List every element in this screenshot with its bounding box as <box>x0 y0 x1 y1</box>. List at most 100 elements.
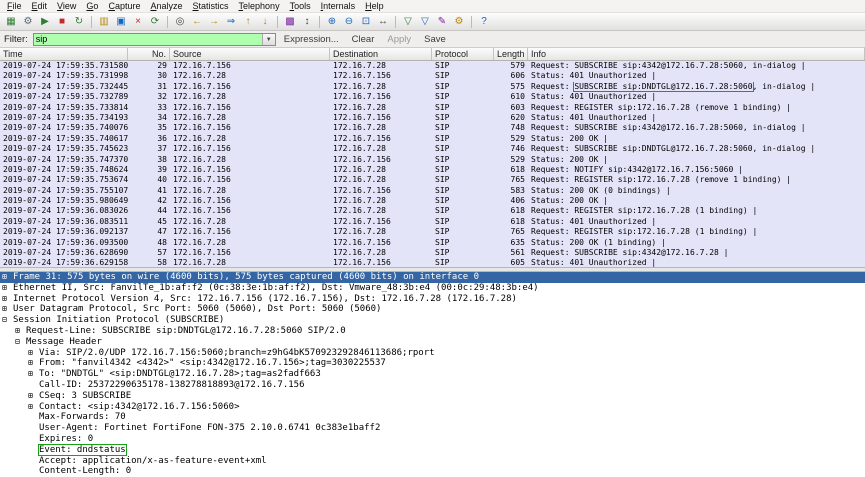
display-filters-icon[interactable]: ▽ <box>417 14 433 29</box>
packet-row[interactable]: 2019-07-24 17:59:35.98064942172.16.7.156… <box>0 196 865 206</box>
menu-go[interactable]: Go <box>81 1 103 11</box>
col-header-info[interactable]: Info <box>528 48 865 60</box>
packet-row[interactable]: 2019-07-24 17:59:35.74862439172.16.7.156… <box>0 165 865 175</box>
expand-icon[interactable]: ⊞ <box>28 391 39 402</box>
coloring-rules-icon[interactable]: ✎ <box>434 14 450 29</box>
menu-edit[interactable]: Edit <box>27 1 53 11</box>
filter-dropdown-icon[interactable]: ▼ <box>262 34 275 45</box>
packet-row[interactable]: 2019-07-24 17:59:35.74737038172.16.7.281… <box>0 155 865 165</box>
start-capture-icon[interactable]: ▶ <box>37 14 53 29</box>
detail-line[interactable]: ⊟Session Initiation Protocol (SUBSCRIBE) <box>0 315 865 326</box>
col-header-source[interactable]: Source <box>170 48 330 60</box>
capture-options-icon[interactable]: ⚙ <box>20 14 36 29</box>
detail-line[interactable]: ⊞Internet Protocol Version 4, Src: 172.1… <box>0 294 865 305</box>
col-header-protocol[interactable]: Protocol <box>432 48 494 60</box>
filter-input[interactable] <box>34 34 262 45</box>
packet-row[interactable]: 2019-07-24 17:59:35.73278932172.16.7.281… <box>0 92 865 102</box>
clear-button[interactable]: Clear <box>347 34 380 45</box>
menu-capture[interactable]: Capture <box>103 1 145 11</box>
detail-line[interactable]: ⊞CSeq: 3 SUBSCRIBE <box>0 391 865 402</box>
packet-row[interactable]: 2019-07-24 17:59:35.73158029172.16.7.156… <box>0 61 865 71</box>
apply-button[interactable]: Apply <box>382 34 416 45</box>
col-header-destination[interactable]: Destination <box>330 48 432 60</box>
expand-icon[interactable]: ⊞ <box>2 272 13 283</box>
menu-analyze[interactable]: Analyze <box>145 1 187 11</box>
packet-row[interactable]: 2019-07-24 17:59:35.73381433172.16.7.156… <box>0 103 865 113</box>
detail-line[interactable]: Content-Length: 0 <box>0 466 865 477</box>
menu-file[interactable]: File <box>2 1 27 11</box>
col-header-length[interactable]: Length <box>494 48 528 60</box>
packet-row[interactable]: 2019-07-24 17:59:36.08351145172.16.7.281… <box>0 217 865 227</box>
detail-line[interactable]: Max-Forwards: 70 <box>0 412 865 423</box>
col-header-no[interactable]: No. <box>128 48 170 60</box>
close-file-icon[interactable]: × <box>130 14 146 29</box>
capture-filters-icon[interactable]: ▽ <box>400 14 416 29</box>
expand-icon[interactable]: ⊞ <box>15 326 26 337</box>
detail-line[interactable]: ⊞User Datagram Protocol, Src Port: 5060 … <box>0 304 865 315</box>
list-interfaces-icon[interactable]: ▦ <box>3 14 19 29</box>
expand-icon[interactable]: ⊞ <box>28 402 39 413</box>
expand-icon[interactable]: ⊞ <box>28 358 39 369</box>
menu-help[interactable]: Help <box>360 1 389 11</box>
detail-line[interactable]: Accept: application/x-as-feature-event+x… <box>0 456 865 467</box>
detail-line[interactable]: Event: dndstatus <box>0 445 865 456</box>
detail-line[interactable]: ⊞Request-Line: SUBSCRIBE sip:DNDTGL@172.… <box>0 326 865 337</box>
detail-line[interactable]: ⊞Frame 31: 575 bytes on wire (4600 bits)… <box>0 272 865 283</box>
packet-row[interactable]: 2019-07-24 17:59:36.62869057172.16.7.156… <box>0 248 865 258</box>
detail-line[interactable]: ⊞Ethernet II, Src: FanvilTe_1b:af:f2 (0c… <box>0 283 865 294</box>
find-packet-icon[interactable]: ◎ <box>172 14 188 29</box>
zoom-in-icon[interactable]: ⊕ <box>324 14 340 29</box>
help-icon[interactable]: ? <box>476 14 492 29</box>
autoscroll-icon[interactable]: ↕ <box>299 14 315 29</box>
packet-row[interactable]: 2019-07-24 17:59:35.74007635172.16.7.156… <box>0 123 865 133</box>
menu-statistics[interactable]: Statistics <box>188 1 234 11</box>
go-to-packet-icon[interactable]: ⇒ <box>223 14 239 29</box>
packet-row[interactable]: 2019-07-24 17:59:36.09350048172.16.7.281… <box>0 238 865 248</box>
menu-telephony[interactable]: Telephony <box>234 1 285 11</box>
zoom-100-icon[interactable]: ⊡ <box>358 14 374 29</box>
detail-line[interactable]: ⊞Contact: <sip:4342@172.16.7.156:5060> <box>0 402 865 413</box>
detail-line[interactable]: ⊞To: "DNDTGL" <sip:DNDTGL@172.16.7.28>;t… <box>0 369 865 380</box>
collapse-icon[interactable]: ⊟ <box>2 315 13 326</box>
expand-icon[interactable]: ⊞ <box>28 369 39 380</box>
go-back-icon[interactable]: ← <box>189 14 205 29</box>
detail-line[interactable]: ⊟Message Header <box>0 337 865 348</box>
packet-row[interactable]: 2019-07-24 17:59:35.74562337172.16.7.156… <box>0 144 865 154</box>
menu-tools[interactable]: Tools <box>285 1 316 11</box>
col-header-time[interactable]: Time <box>0 48 128 60</box>
expand-icon[interactable]: ⊞ <box>2 304 13 315</box>
packet-row[interactable]: 2019-07-24 17:59:36.08302644172.16.7.156… <box>0 206 865 216</box>
menu-internals[interactable]: Internals <box>316 1 361 11</box>
save-file-icon[interactable]: ▣ <box>113 14 129 29</box>
zoom-out-icon[interactable]: ⊖ <box>341 14 357 29</box>
reload-file-icon[interactable]: ⟳ <box>147 14 163 29</box>
expression-button[interactable]: Expression... <box>279 34 344 45</box>
stop-capture-icon[interactable]: ■ <box>54 14 70 29</box>
expand-icon[interactable]: ⊞ <box>2 283 13 294</box>
packet-row[interactable]: 2019-07-24 17:59:35.75510741172.16.7.281… <box>0 186 865 196</box>
packet-row[interactable]: 2019-07-24 17:59:35.73199830172.16.7.281… <box>0 71 865 81</box>
detail-line[interactable]: Expires: 0 <box>0 434 865 445</box>
packet-row[interactable]: 2019-07-24 17:59:35.74061736172.16.7.281… <box>0 134 865 144</box>
packet-row[interactable]: 2019-07-24 17:59:36.09213747172.16.7.156… <box>0 227 865 237</box>
restart-capture-icon[interactable]: ↻ <box>71 14 87 29</box>
detail-line[interactable]: Call-ID: 25372290635178-138278818893@172… <box>0 380 865 391</box>
menu-view[interactable]: View <box>52 1 81 11</box>
go-to-bottom-icon[interactable]: ↓ <box>257 14 273 29</box>
go-to-top-icon[interactable]: ↑ <box>240 14 256 29</box>
colorize-icon[interactable]: ▩ <box>282 14 298 29</box>
open-file-icon[interactable]: ▥ <box>96 14 112 29</box>
packet-row[interactable]: 2019-07-24 17:59:35.73419334172.16.7.281… <box>0 113 865 123</box>
detail-line[interactable]: ⊞Via: SIP/2.0/UDP 172.16.7.156:5060;bran… <box>0 348 865 359</box>
preferences-icon[interactable]: ⚙ <box>451 14 467 29</box>
save-button[interactable]: Save <box>419 34 451 45</box>
packet-row[interactable]: 2019-07-24 17:59:36.62915858172.16.7.281… <box>0 258 865 267</box>
expand-icon[interactable]: ⊞ <box>2 294 13 305</box>
packet-row[interactable]: 2019-07-24 17:59:35.73244531172.16.7.156… <box>0 82 865 92</box>
go-forward-icon[interactable]: → <box>206 14 222 29</box>
expand-icon[interactable]: ⊞ <box>28 348 39 359</box>
resize-columns-icon[interactable]: ↔ <box>375 14 391 29</box>
packet-row[interactable]: 2019-07-24 17:59:35.75367440172.16.7.156… <box>0 175 865 185</box>
collapse-icon[interactable]: ⊟ <box>15 337 26 348</box>
detail-line[interactable]: ⊞From: "fanvil4342 <4342>" <sip:4342@172… <box>0 358 865 369</box>
